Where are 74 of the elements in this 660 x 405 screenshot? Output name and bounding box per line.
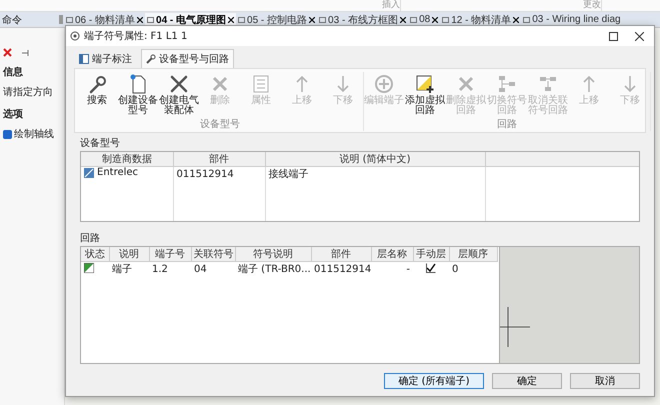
table-cell: 04: [191, 262, 235, 276]
close-icon[interactable]: [432, 16, 438, 22]
app-icon: [70, 31, 80, 41]
add-circuit-icon: [415, 74, 435, 94]
table-cell: 端子: [109, 262, 149, 276]
checkbox-label: 绘制轴线: [14, 128, 54, 141]
section-title: 回路: [79, 232, 101, 246]
toolbar-button[interactable]: 搜索: [77, 72, 117, 116]
table-cell: 011512914: [311, 262, 371, 276]
list-icon: [251, 74, 271, 94]
document-tab[interactable]: 04 - 电气原理图: [145, 12, 236, 26]
table-cell: 1.2: [149, 262, 191, 276]
tab[interactable]: 设备型号与回路: [141, 49, 234, 68]
column-header[interactable]: 手动层: [413, 247, 449, 262]
delete-icon: [456, 74, 476, 94]
close-icon[interactable]: [513, 16, 520, 22]
checkbox[interactable]: [426, 262, 436, 272]
wrench-icon: [87, 74, 107, 94]
label-icon: [79, 54, 89, 64]
column-header[interactable]: 部件: [311, 247, 371, 262]
column-header[interactable]: 说明 (简体中文): [265, 152, 485, 166]
document-icon: [128, 74, 148, 94]
column-header[interactable]: 符号说明: [235, 247, 311, 262]
close-icon[interactable]: [309, 16, 316, 22]
table-cell: Entrelec: [81, 166, 173, 181]
table-cell: 端子 (TR-BR0...: [235, 262, 311, 276]
crosshair-drawing: [500, 307, 530, 347]
document-tab[interactable]: 03 - 布线方框图: [317, 12, 408, 26]
section-heading: 信息: [3, 66, 24, 79]
column-header[interactable]: 层名称: [371, 247, 413, 262]
toolbar-button[interactable]: 添加虚拟回路: [405, 72, 445, 116]
part-icon: [84, 168, 94, 178]
column-header[interactable]: 关联符号: [191, 247, 235, 262]
toolbar-button[interactable]: 创建设备型号: [118, 72, 158, 116]
checkbox[interactable]: [3, 130, 12, 138]
column-header[interactable]: 制造商数据: [81, 152, 173, 166]
section-heading: 选项: [3, 108, 24, 121]
column-header[interactable]: 端子号: [149, 247, 191, 262]
column-header[interactable]: 部件: [173, 152, 265, 166]
document-tab[interactable]: 06 - 物料清单: [64, 12, 146, 26]
group-label: 回路: [496, 118, 518, 131]
table-cell: 0: [449, 262, 497, 276]
maximize-icon: [608, 32, 618, 40]
toolbar-button[interactable]: 创建电气装配体: [159, 72, 199, 116]
dialog-button[interactable]: 确定: [492, 373, 562, 389]
unlink-circuit-icon: [538, 74, 558, 94]
tab[interactable]: 端子标注: [74, 49, 137, 68]
dialog-button[interactable]: 确定 (所有端子): [384, 373, 484, 389]
document-tab[interactable]: 03 - Wiring line diag: [521, 14, 623, 25]
table-cell: 接线端子: [265, 166, 485, 181]
delete-icon: [210, 74, 230, 94]
panel-title: 命令: [2, 14, 22, 26]
window-title: 端子符号属性: F1 L1 1: [84, 30, 188, 43]
column-header[interactable]: 说明: [109, 247, 149, 262]
close-icon[interactable]: [137, 16, 144, 22]
table-cell: 011512914: [173, 166, 265, 181]
plus-circle-icon: [374, 74, 394, 94]
close-icon[interactable]: [400, 16, 406, 22]
status-icon: [84, 262, 94, 272]
document-tab[interactable]: 12 - 物料清单: [440, 12, 522, 26]
close-icon[interactable]: [228, 16, 234, 22]
group-label: 设备型号: [199, 118, 241, 131]
column-header[interactable]: 状态: [81, 247, 109, 262]
table-cell: -: [371, 262, 413, 276]
column-header[interactable]: 层顺序: [449, 247, 497, 262]
info-text: 请指定方向: [3, 86, 54, 99]
wrench-icon: [146, 54, 156, 64]
document-tab[interactable]: 05 - 控制电路: [236, 12, 318, 26]
dialog-button[interactable]: 取消: [570, 373, 640, 389]
switch-circuit-icon: [497, 74, 517, 94]
ribbon-group-label: 更改: [401, 0, 602, 11]
section-title: 设备型号: [79, 136, 121, 151]
document-tab[interactable]: 08: [408, 14, 440, 25]
close-icon: [634, 32, 644, 40]
